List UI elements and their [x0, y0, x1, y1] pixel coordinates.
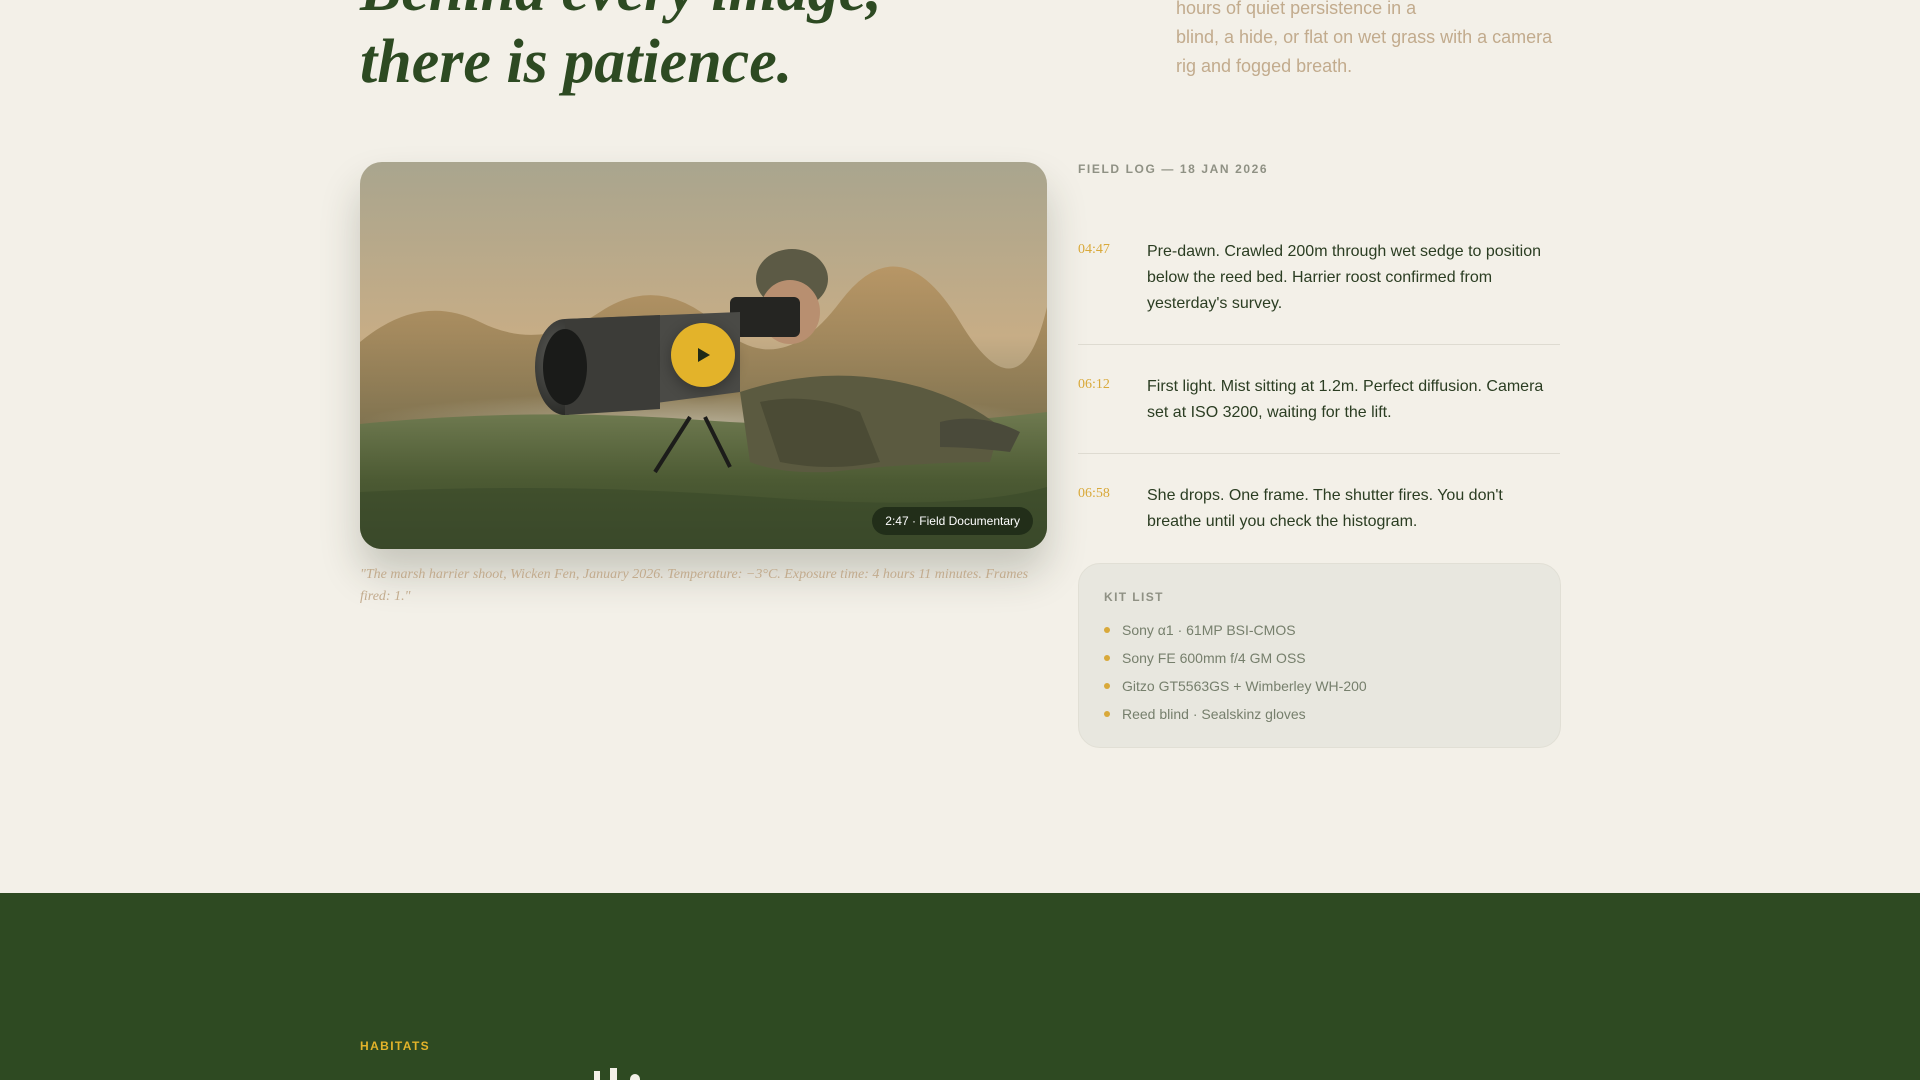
kit-list-item: Sony FE 600mm f/4 GM OSS: [1104, 650, 1306, 666]
heading-glyph-fragment: [594, 1071, 600, 1080]
video-player[interactable]: 2:47 · Field Documentary: [360, 162, 1047, 549]
kit-list-item: Sony α1 · 61MP BSI-CMOS: [1104, 622, 1296, 638]
bullet-icon: [1104, 655, 1110, 661]
log-entry-line: below the reed bed. Harrier roost confir…: [1147, 269, 1493, 286]
log-entry-line: Pre-dawn. Crawled 200m through wet sedge…: [1147, 243, 1541, 260]
log-entry-line: yesterday's survey.: [1147, 295, 1283, 312]
hero-intro-line-1: hours of quiet persistence in a: [1176, 0, 1417, 18]
kit-list-title: KIT LIST: [1104, 590, 1164, 604]
video-duration-badge: 2:47 · Field Documentary: [872, 507, 1033, 535]
hero-heading-line-2: there is patience.: [360, 28, 793, 96]
hero-intro-line-3: rig and fogged breath.: [1176, 56, 1353, 76]
log-entry-time: 06:12: [1078, 377, 1110, 392]
heading-glyph-fragment: [630, 1074, 640, 1080]
hero-intro-line-2: blind, a hide, or flat on wet grass with…: [1176, 27, 1553, 47]
kit-list-card: KIT LIST Sony α1 · 61MP BSI-CMOS Sony FE…: [1078, 563, 1561, 748]
habitats-heading-peek: [0, 1068, 1920, 1080]
kit-item-label: Sony α1 · 61MP BSI-CMOS: [1122, 622, 1296, 638]
bullet-icon: [1104, 683, 1110, 689]
bullet-icon: [1104, 627, 1110, 633]
log-entry: 04:47 Pre-dawn. Crawled 200m through wet…: [1078, 242, 1560, 345]
log-entry-text: Pre-dawn. Crawled 200m through wet sedge…: [1147, 239, 1560, 317]
log-entry-time: 04:47: [1078, 242, 1110, 257]
bullet-icon: [1104, 711, 1110, 717]
kit-item-label: Gitzo GT5563GS + Wimberley WH-200: [1122, 678, 1367, 694]
log-entry-line: set at ISO 3200, waiting for the lift.: [1147, 404, 1392, 421]
kit-list-item: Reed blind · Sealskinz gloves: [1104, 706, 1306, 722]
habitats-section: HABITATS: [0, 893, 1920, 1080]
hero-heading: Behind every image, there is patience.: [360, 0, 882, 98]
log-entry: 06:12 First light. Mist sitting at 1.2m.…: [1078, 377, 1560, 454]
play-button[interactable]: [671, 323, 735, 387]
play-icon: [698, 348, 710, 362]
habitats-label: HABITATS: [360, 1039, 431, 1053]
hero-intro: hours of quiet persistence in a blind, a…: [1176, 0, 1576, 81]
heading-glyph-fragment: [610, 1068, 617, 1080]
video-caption: "The marsh harrier shoot, Wicken Fen, Ja…: [360, 567, 1029, 604]
log-entry: 06:58 She drops. One frame. The shutter …: [1078, 486, 1560, 563]
log-entry-text: She drops. One frame. The shutter fires.…: [1147, 483, 1560, 535]
field-log-heading: FIELD LOG — 18 JAN 2026: [1078, 162, 1269, 176]
kit-list-item: Gitzo GT5563GS + Wimberley WH-200: [1104, 678, 1367, 694]
log-entry-line: She drops. One frame. The shutter fires.…: [1147, 487, 1503, 504]
log-entry-line: breathe until you check the histogram.: [1147, 513, 1418, 530]
log-entry-time: 06:58: [1078, 486, 1110, 501]
hero-heading-line-1: Behind every image,: [360, 0, 882, 26]
log-entry-line: First light. Mist sitting at 1.2m. Perfe…: [1147, 378, 1544, 395]
kit-item-label: Sony FE 600mm f/4 GM OSS: [1122, 650, 1306, 666]
log-entry-text: First light. Mist sitting at 1.2m. Perfe…: [1147, 374, 1560, 426]
kit-item-label: Reed blind · Sealskinz gloves: [1122, 706, 1306, 722]
